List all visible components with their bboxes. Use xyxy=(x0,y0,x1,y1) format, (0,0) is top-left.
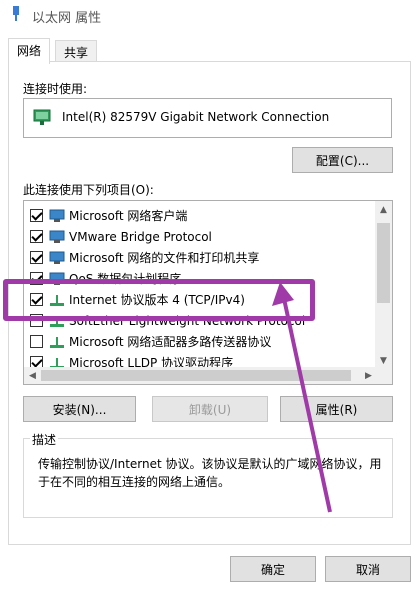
adapter-box: Intel(R) 82579V Gigabit Network Connecti… xyxy=(23,98,392,138)
item-checkbox[interactable] xyxy=(30,209,43,222)
vertical-scrollbar[interactable]: ▲ ▼ xyxy=(375,201,392,369)
list-item[interactable]: Microsoft 网络客户端 xyxy=(30,205,187,226)
items-list[interactable]: Microsoft 网络客户端 VMware Bridge Protocol M… xyxy=(23,200,393,385)
item-label: Microsoft 网络适配器多路传送器协议 xyxy=(69,335,272,349)
vertical-scroll-thumb[interactable] xyxy=(377,223,390,303)
network-service-icon xyxy=(49,272,65,285)
item-checkbox[interactable] xyxy=(30,293,43,306)
network-service-icon xyxy=(49,251,65,264)
item-label: SoftEther Lightweight Network Protocol xyxy=(69,313,306,328)
cancel-button[interactable]: 取消 xyxy=(325,556,411,582)
list-item[interactable]: Internet 协议版本 4 (TCP/IPv4) xyxy=(30,289,245,310)
scroll-corner xyxy=(375,367,392,384)
properties-button[interactable]: 属性(R) xyxy=(280,396,393,422)
network-service-icon xyxy=(49,230,65,243)
install-button[interactable]: 安装(N)... xyxy=(23,396,136,422)
item-label: QoS 数据包计划程序 xyxy=(69,272,182,286)
item-checkbox[interactable] xyxy=(30,230,43,243)
ok-button[interactable]: 确定 xyxy=(230,556,316,582)
adapter-name: Intel(R) 82579V Gigabit Network Connecti… xyxy=(62,110,330,124)
configure-button[interactable]: 配置(C)... xyxy=(292,147,393,173)
item-checkbox[interactable] xyxy=(30,272,43,285)
horizontal-scroll-thumb[interactable] xyxy=(41,370,351,381)
item-checkbox[interactable] xyxy=(30,251,43,264)
list-item[interactable]: VMware Bridge Protocol xyxy=(30,226,212,247)
item-label: Microsoft 网络客户端 xyxy=(69,209,188,223)
network-adapter-icon xyxy=(13,6,19,21)
item-checkbox[interactable] xyxy=(30,335,43,348)
item-label: Internet 协议版本 4 (TCP/IPv4) xyxy=(69,293,245,307)
description-text: 传输控制协议/Internet 协议。该协议是默认的广域网络协议，用于在不同的相… xyxy=(38,457,382,489)
list-item[interactable]: QoS 数据包计划程序 xyxy=(30,268,181,289)
network-client-icon xyxy=(49,209,65,222)
list-item[interactable]: Microsoft 网络的文件和打印机共享 xyxy=(30,247,259,268)
protocol-icon xyxy=(50,336,64,348)
description-group: 描述 传输控制协议/Internet 协议。该协议是默认的广域网络协议，用于在不… xyxy=(23,431,393,518)
items-label: 此连接使用下列项目(O): xyxy=(23,183,154,197)
window-title: 以太网 属性 xyxy=(32,11,102,26)
network-card-icon xyxy=(33,109,51,125)
description-label: 描述 xyxy=(30,431,59,448)
uninstall-button[interactable]: 卸载(U) xyxy=(152,396,268,422)
scroll-left-icon[interactable]: ◀ xyxy=(24,367,41,384)
tab-sharing-label: 共享 xyxy=(64,46,89,60)
protocol-icon xyxy=(50,315,64,327)
item-label: VMware Bridge Protocol xyxy=(69,229,212,244)
connect-using-label: 连接时使用: xyxy=(23,82,88,96)
protocol-icon xyxy=(50,294,64,306)
horizontal-scrollbar[interactable]: ◀ ▶ xyxy=(24,367,377,384)
list-item[interactable]: SoftEther Lightweight Network Protocol xyxy=(30,310,305,331)
scroll-up-icon[interactable]: ▲ xyxy=(375,201,392,218)
tab-sharing[interactable]: 共享 xyxy=(55,40,98,62)
item-label: Microsoft 网络的文件和打印机共享 xyxy=(69,251,260,265)
list-item[interactable]: Microsoft 网络适配器多路传送器协议 xyxy=(30,331,271,352)
title-bar: 以太网 属性 xyxy=(0,0,419,30)
tab-network-label: 网络 xyxy=(17,44,42,58)
item-checkbox[interactable] xyxy=(30,314,43,327)
tab-network[interactable]: 网络 xyxy=(8,38,51,64)
